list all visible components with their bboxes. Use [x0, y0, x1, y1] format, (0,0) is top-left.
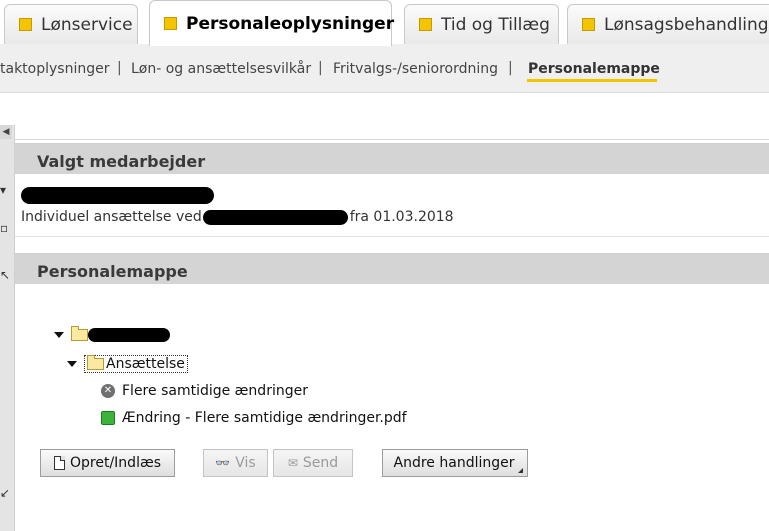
- cancelled-x-icon: ✕: [101, 384, 115, 398]
- redacted-employer: [203, 209, 349, 225]
- tab-marker-icon: [582, 18, 595, 31]
- tab-label: Lønservice: [41, 14, 133, 35]
- tab-marker-icon: [19, 18, 32, 31]
- tab-personaleoplysninger[interactable]: Personaleoplysninger: [149, 0, 395, 46]
- active-subnav-underline: [527, 79, 657, 82]
- left-strip-marker-icon: ▾: [0, 183, 7, 197]
- send-label: Send: [302, 455, 339, 471]
- view-button[interactable]: 👓 Vis: [203, 449, 268, 477]
- employment-info: Individuel ansættelse ved fra 01.03.2018: [21, 209, 454, 225]
- tab-tid-og-tillaeg[interactable]: Tid og Tillæg: [404, 4, 559, 44]
- tree-subfolder-node[interactable]: Ansættelse: [67, 355, 188, 373]
- folder-icon: [87, 355, 104, 370]
- subnav-separator: |: [508, 60, 513, 76]
- document-icon: [54, 456, 65, 470]
- left-strip-marker-icon: ▫: [0, 221, 9, 235]
- tab-lonservice[interactable]: Lønservice: [4, 4, 138, 44]
- panel-separator: [15, 236, 769, 237]
- expand-caret-icon[interactable]: [54, 332, 64, 338]
- redacted-root-folder: [88, 328, 170, 342]
- tab-marker-icon: [164, 17, 177, 30]
- subfolder-label: Ansættelse: [106, 356, 185, 372]
- employee-panel-title: Valgt medarbejder: [37, 152, 206, 171]
- subnav-personalemappe[interactable]: Personalemappe: [528, 61, 660, 77]
- dropdown-corner-icon: [518, 468, 523, 473]
- tab-label: Lønsagsbehandling: [604, 14, 769, 35]
- folder-icon: [71, 326, 88, 341]
- content-top-divider: [14, 139, 769, 140]
- tree-item[interactable]: ✕ Flere samtidige ændringer: [101, 383, 308, 399]
- send-button[interactable]: ✉ Send: [273, 449, 353, 477]
- left-strip-marker-icon: ↖: [0, 268, 11, 282]
- green-status-icon: [101, 411, 115, 425]
- folder-panel-header: Personalemappe: [15, 253, 769, 284]
- tab-label: Personaleoplysninger: [186, 13, 395, 34]
- view-label: Vis: [235, 455, 256, 471]
- create-upload-label: Opret/Indlæs: [70, 455, 161, 471]
- tree-item-label: Ændring - Flere samtidige ændringer.pdf: [122, 410, 407, 426]
- tab-marker-icon: [419, 18, 432, 31]
- employment-prefix: Individuel ansættelse ved: [21, 209, 202, 225]
- subfolder-selected[interactable]: Ansættelse: [84, 355, 188, 373]
- tree-item[interactable]: Ændring - Flere samtidige ændringer.pdf: [101, 410, 407, 426]
- tree-item-label: Flere samtidige ændringer: [122, 383, 308, 399]
- subnav-separator: |: [117, 60, 122, 76]
- sub-navigation: taktoplysninger | Løn- og ansættelsesvil…: [0, 44, 769, 93]
- tab-lonsagsbehandling[interactable]: Lønsagsbehandling: [567, 4, 769, 44]
- subnav-lon-og-ansaettelsesvilkar[interactable]: Løn- og ansættelsesvilkår: [131, 61, 311, 77]
- other-actions-button[interactable]: Andre handlinger: [382, 449, 528, 477]
- subnav-fritvalgs-seniorordning[interactable]: Fritvalgs-/seniorordning: [333, 61, 498, 77]
- redacted-name: [21, 187, 214, 204]
- employment-suffix: fra 01.03.2018: [349, 209, 454, 225]
- employee-name: [21, 187, 214, 204]
- collapse-left-icon[interactable]: ◀: [0, 125, 12, 139]
- left-strip-marker-icon: ↙: [0, 486, 11, 500]
- glasses-icon: 👓: [215, 456, 231, 470]
- tab-label: Tid og Tillæg: [441, 14, 550, 35]
- expand-caret-icon[interactable]: [67, 361, 77, 367]
- subnav-separator: |: [318, 60, 323, 76]
- folder-panel-title: Personalemappe: [37, 262, 188, 281]
- tree-root-node[interactable]: [54, 326, 170, 342]
- create-upload-button[interactable]: Opret/Indlæs: [40, 449, 175, 477]
- subnav-kontaktoplysninger[interactable]: taktoplysninger: [0, 61, 109, 77]
- envelope-icon: ✉: [287, 456, 298, 470]
- main-tab-bar: Lønservice Personaleoplysninger Tid og T…: [0, 0, 769, 46]
- other-actions-label: Andre handlinger: [393, 455, 515, 471]
- employee-panel-header: Valgt medarbejder: [15, 143, 769, 174]
